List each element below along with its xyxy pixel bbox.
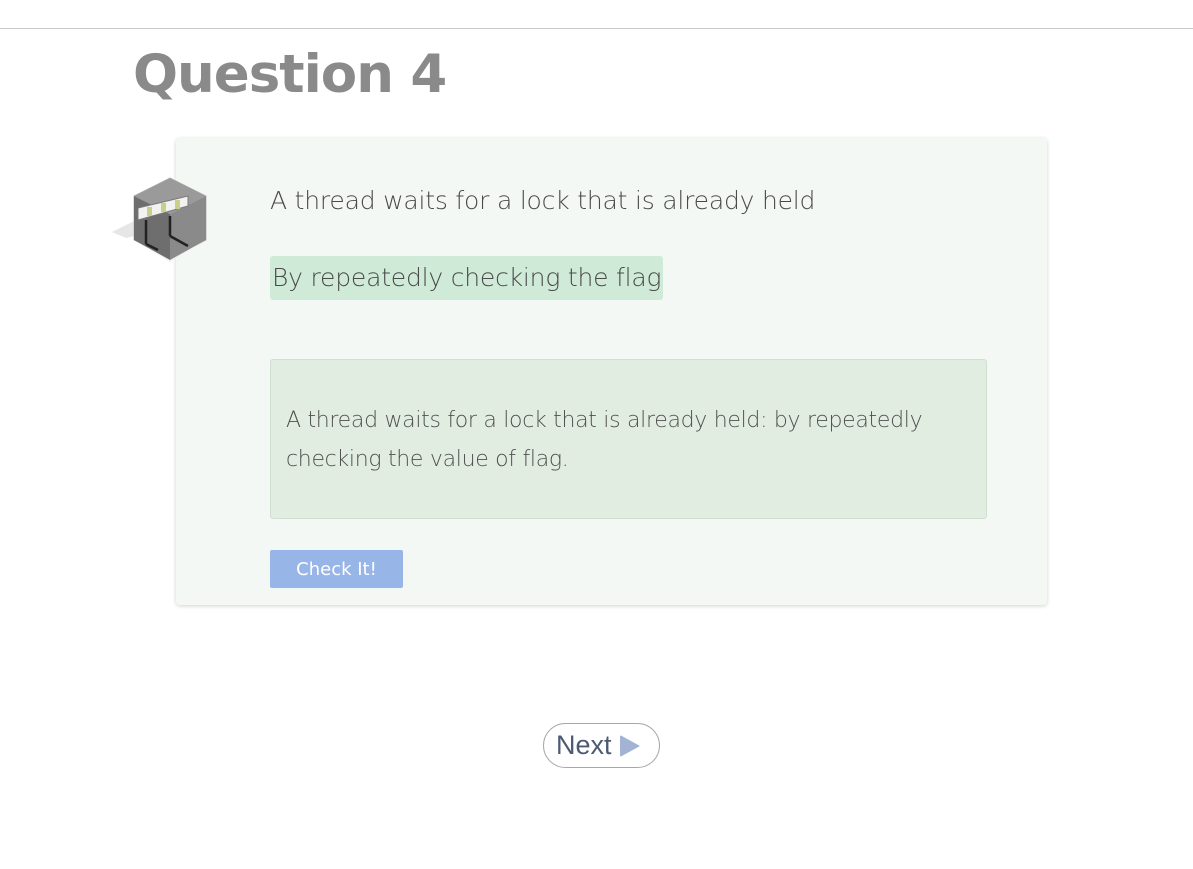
- check-it-button[interactable]: Check It!: [270, 550, 403, 588]
- page-title: Question 4: [133, 44, 447, 105]
- feedback-text: A thread waits for a lock that is alread…: [286, 408, 923, 472]
- feedback-box: A thread waits for a lock that is alread…: [270, 359, 987, 519]
- isometric-room-icon: [112, 176, 208, 262]
- selected-answer-choice[interactable]: By repeatedly checking the flag: [270, 256, 664, 300]
- question-prompt: A thread waits for a lock that is alread…: [270, 186, 816, 215]
- top-divider: [0, 28, 1193, 29]
- play-triangle-icon: [619, 734, 640, 757]
- next-button[interactable]: Next: [543, 723, 660, 768]
- next-button-label: Next: [556, 730, 612, 760]
